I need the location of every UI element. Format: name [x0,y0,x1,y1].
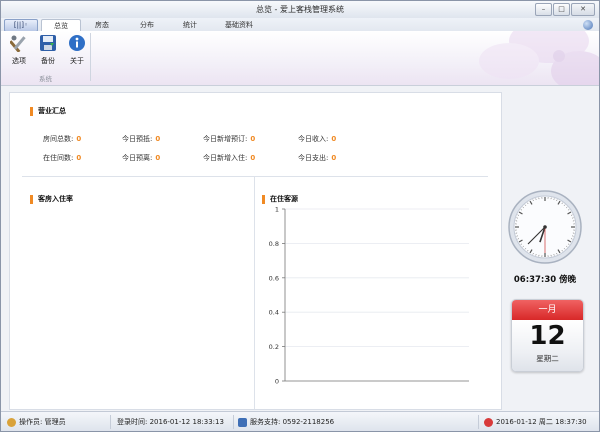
status-login-time: 登录时间: 2016-01-12 18:33:13 [117,417,224,427]
backup-label: 备份 [41,57,55,65]
stat-new-reservations: 今日新增预订: 0 [203,134,255,144]
info-icon [69,35,85,51]
guest-source-title: 在住客源 [262,195,298,204]
app-window: 总览 - 爱上客栈管理系统 – □ ✕ [||]◦ 总览 房态 分布 统计 基础… [0,0,600,432]
operator-text: 操作员: 管理员 [19,418,66,426]
stat-value: 0 [155,154,161,162]
floppy-disk-icon [40,35,56,51]
ribbon-tab-row: [||]◦ 总览 房态 分布 统计 基础资料 [1,18,599,32]
stat-label: 在住间数: [43,154,74,162]
stat-value: 0 [331,154,337,162]
stat-today-departures: 今日预离: 0 [122,153,160,163]
stat-label: 今日支出: [298,154,329,162]
chart-svg: 0 0.2 0.4 0.6 0.8 1 [269,206,469,386]
user-icon [7,417,16,427]
occupancy-rate-title: 客房入住率 [30,195,73,204]
globe-icon[interactable] [583,20,593,30]
stat-total-rooms: 房间总数: 0 [43,134,81,144]
stat-value: 0 [76,135,82,143]
stat-today-expense: 今日支出: 0 [298,153,336,163]
chart-y-tick-label: 0.8 [269,240,279,248]
calendar-widget: 一月 12 星期二 [511,299,584,372]
main-content: 营业汇总 房间总数: 0 今日預抵: 0 今日新增预订: 0 今日收入: 0 在住间数:… [1,86,599,411]
flower-decoration [479,31,599,85]
chart-y-tick-label: 0.4 [269,309,279,317]
tab-room-status[interactable]: 房态 [87,19,117,31]
calendar-weekday: 星期二 [512,352,583,371]
stat-label: 房间总数: [43,135,74,143]
ribbon-panel: 选项 备份 关于 系统 [1,31,599,86]
stat-value: 0 [250,154,256,162]
maximize-button[interactable]: □ [553,3,570,16]
about-label: 关于 [70,57,84,65]
phone-icon [238,417,247,427]
time-readout: 06:37:30 傍晚 [513,275,577,285]
tab-statistics[interactable]: 统计 [175,19,205,31]
title-bar: 总览 - 爱上客栈管理系统 – □ ✕ [1,1,599,19]
chart-y-tick-label: 0.2 [269,343,279,351]
section-divider [22,176,488,177]
minimize-button[interactable]: – [535,3,552,16]
tab-distribution[interactable]: 分布 [132,19,162,31]
status-bar: 操作员: 管理员 登录时间: 2016-01-12 18:33:13 服务支持:… [1,411,599,431]
chart-y-tick-label: 1 [275,206,279,214]
status-separator [110,415,111,429]
business-summary-title: 营业汇总 [30,107,66,116]
stat-today-income: 今日收入: 0 [298,134,336,144]
stat-label: 今日新增入住: [203,154,248,162]
window-controls: – □ ✕ [535,3,595,16]
stat-new-checkins: 今日新增入住: 0 [203,153,255,163]
calendar-month: 一月 [512,300,583,320]
tab-basic-data[interactable]: 基础资料 [217,19,261,31]
stat-occupied-rooms: 在住间数: 0 [43,153,81,163]
about-button[interactable]: 关于 [65,33,89,69]
close-button[interactable]: ✕ [571,3,595,16]
status-datetime: 2016-01-12 周二 18:37:30 [484,417,587,427]
options-label: 选项 [12,57,26,65]
tools-icon [9,35,26,53]
ribbon-group-separator [90,33,91,81]
alarm-clock-icon [484,417,493,427]
status-separator [478,415,479,429]
status-separator [233,415,234,429]
stat-value: 0 [250,135,256,143]
login-time-text: 登录时间: 2016-01-12 18:33:13 [117,418,224,426]
options-button[interactable]: 选项 [7,33,31,69]
calendar-day: 12 [512,320,583,352]
chart-y-tick-label: 0.6 [269,274,279,282]
stat-value: 0 [76,154,82,162]
stat-value: 0 [155,135,161,143]
stat-label: 今日預抵: [122,135,153,143]
stat-today-arrivals: 今日預抵: 0 [122,134,160,144]
guest-source-chart: 0 0.2 0.4 0.6 0.8 1 [257,204,477,394]
stat-value: 0 [331,135,337,143]
stat-label: 今日收入: [298,135,329,143]
section-divider-vertical [254,177,255,409]
ribbon-group-label: 系统 [39,75,52,83]
backup-button[interactable]: 备份 [36,33,60,69]
status-support: 服务支持: 0592-2118256 [238,417,334,427]
status-operator: 操作员: 管理员 [7,417,66,427]
analog-clock [508,190,582,264]
support-text: 服务支持: 0592-2118256 [250,418,335,426]
chart-y-tick-label: 0 [275,378,279,386]
stat-label: 今日预离: [122,154,153,162]
window-title: 总览 - 爱上客栈管理系统 [256,5,344,14]
stat-label: 今日新增预订: [203,135,248,143]
datetime-text: 2016-01-12 周二 18:37:30 [496,418,587,426]
